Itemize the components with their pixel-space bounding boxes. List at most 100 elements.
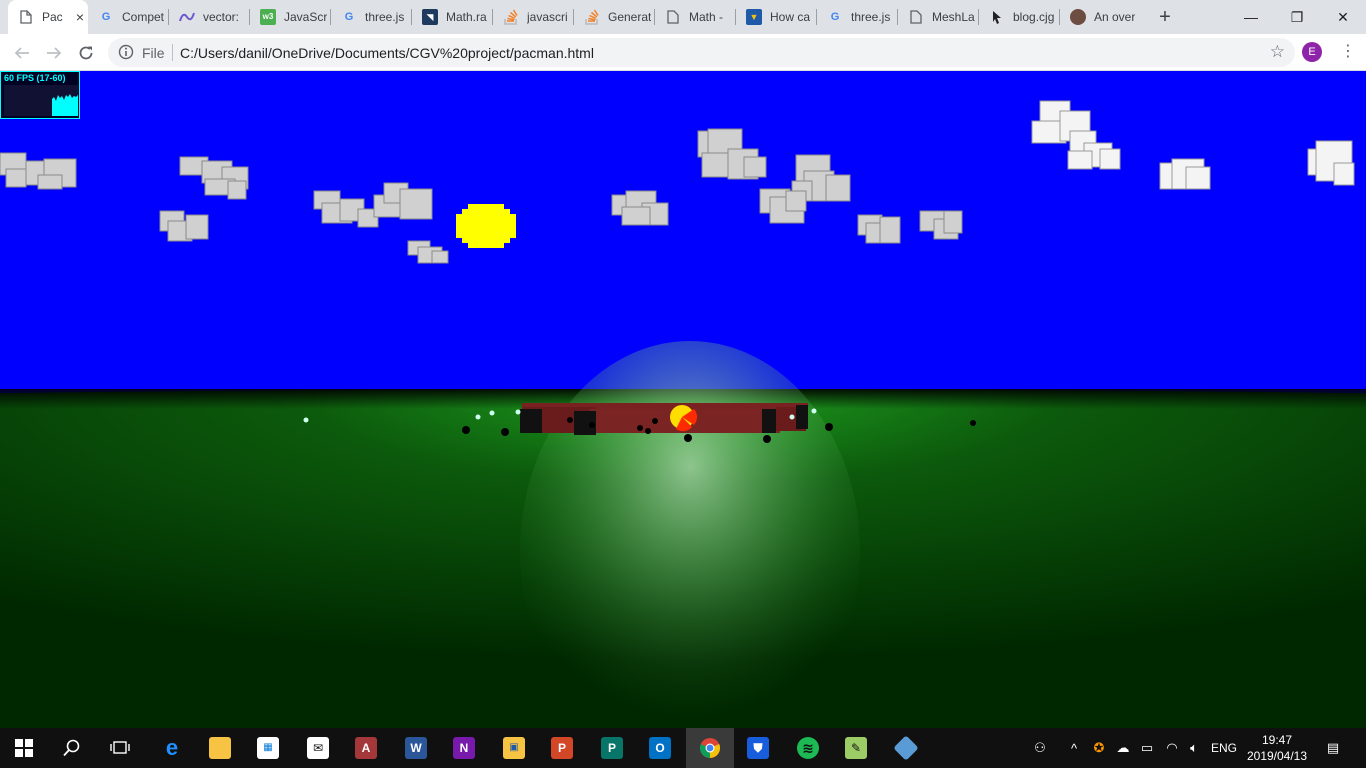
mail-button[interactable]: ✉ xyxy=(294,728,342,768)
search-button[interactable] xyxy=(48,728,96,768)
task-view-icon xyxy=(110,741,130,754)
tab-threejs-2[interactable]: G three.js xyxy=(817,0,898,34)
arrow-left-icon xyxy=(14,47,29,59)
file-explorer-button[interactable] xyxy=(196,728,244,768)
address-bar[interactable]: File C:/Users/danil/OneDrive/Documents/C… xyxy=(108,38,1295,67)
people-icon: ⚇ xyxy=(1034,740,1046,755)
bookmark-icon: ▼ xyxy=(746,9,762,25)
battery-button[interactable]: ▭ xyxy=(1136,728,1158,768)
tab-how-ca[interactable]: ▼ How ca xyxy=(736,0,817,34)
publisher-button[interactable]: P xyxy=(588,728,636,768)
pellet xyxy=(475,414,481,420)
powerpoint-button[interactable]: P xyxy=(538,728,586,768)
restore-button[interactable]: ❐ xyxy=(1274,0,1320,34)
pellet xyxy=(645,428,651,434)
pellet xyxy=(825,423,833,431)
menu-icon[interactable]: ⋮ xyxy=(1338,42,1358,62)
tab-threejs[interactable]: G three.js xyxy=(331,0,412,34)
stackoverflow-icon xyxy=(584,9,600,25)
page-icon xyxy=(18,9,34,25)
minimize-button[interactable]: — xyxy=(1228,0,1274,34)
word-button[interactable]: W xyxy=(392,728,440,768)
git-button[interactable] xyxy=(882,728,930,768)
url-text[interactable]: C:/Users/danil/OneDrive/Documents/CGV%20… xyxy=(180,45,594,61)
wifi-icon: ◠ xyxy=(1166,740,1178,755)
tab-title: JavaScr xyxy=(284,10,328,24)
docs-icon: ◥ xyxy=(422,9,438,25)
tab-title: Math - xyxy=(689,10,724,24)
tab-meshla[interactable]: MeshLa xyxy=(898,0,979,34)
spotify-button[interactable]: ≋ xyxy=(784,728,832,768)
w3schools-icon: w3 xyxy=(260,9,276,25)
network-button[interactable]: ◠ xyxy=(1160,728,1184,768)
bitwarden-button[interactable]: ⛊ xyxy=(734,728,782,768)
notification-icon: ▤ xyxy=(1326,740,1340,755)
volume-button[interactable]: 🔈︎ xyxy=(1184,728,1204,768)
language-button[interactable]: ENG xyxy=(1206,728,1242,768)
tab-title: javascri xyxy=(527,10,568,24)
tab-math[interactable]: Math - xyxy=(655,0,736,34)
webgl-canvas[interactable]: 60 FPS (17-60) xyxy=(0,71,1366,728)
clock[interactable]: 19:47 2019/04/13 xyxy=(1244,732,1310,764)
tab-javascr[interactable]: w3 JavaScr xyxy=(250,0,331,34)
start-button[interactable] xyxy=(0,728,48,768)
tab-javascript[interactable]: javascri xyxy=(493,0,574,34)
google-icon: G xyxy=(344,11,354,23)
word-icon: W xyxy=(405,737,427,759)
tab-math-random[interactable]: ◥ Math.ra xyxy=(412,0,493,34)
close-window-button[interactable]: ✕ xyxy=(1320,0,1366,34)
new-tab-button[interactable]: + xyxy=(1154,6,1176,28)
people-button[interactable]: ⚇ xyxy=(1026,728,1054,768)
reload-button[interactable] xyxy=(73,40,99,66)
tab-title: Generat xyxy=(608,10,652,24)
close-tab-icon[interactable]: × xyxy=(72,9,88,25)
tab-title: MeshLa xyxy=(932,10,975,24)
tray-overflow-button[interactable]: ^ xyxy=(1064,728,1084,768)
warning-app-icon: ✪ xyxy=(1093,740,1105,755)
pellet xyxy=(763,435,771,443)
tab-blog[interactable]: blog.cjg xyxy=(979,0,1060,34)
fps-stats-panel[interactable]: 60 FPS (17-60) xyxy=(0,71,80,119)
bookmark-star-icon[interactable]: ☆ xyxy=(1270,42,1285,62)
onedrive-button[interactable]: ☁ xyxy=(1112,728,1134,768)
pellet xyxy=(789,414,795,420)
info-icon[interactable] xyxy=(118,44,134,60)
pellet xyxy=(501,428,509,436)
page-icon xyxy=(908,9,924,25)
maze-wall-shadow xyxy=(796,405,808,429)
clock-time: 19:47 xyxy=(1261,733,1293,747)
action-center-button[interactable]: ▤ xyxy=(1320,728,1346,768)
forward-button[interactable] xyxy=(41,40,67,66)
tab-vector[interactable]: vector: xyxy=(169,0,250,34)
tab-compet[interactable]: G Compet xyxy=(88,0,169,34)
back-button[interactable] xyxy=(9,40,35,66)
google-icon: G xyxy=(101,11,111,23)
tab-title: vector: xyxy=(203,10,240,24)
tab-generat[interactable]: Generat xyxy=(574,0,655,34)
task-view-button[interactable] xyxy=(96,728,144,768)
edge-button[interactable]: e xyxy=(148,728,196,768)
maze-wall-shadow xyxy=(520,409,542,433)
fps-graph-svg xyxy=(52,94,78,116)
language-label: ENG xyxy=(1210,741,1237,755)
pellet xyxy=(303,417,309,423)
chrome-button[interactable] xyxy=(686,728,734,768)
outlook-button[interactable]: O xyxy=(636,728,684,768)
folder-button[interactable]: ▣ xyxy=(490,728,538,768)
tray-app[interactable]: ✪ xyxy=(1088,728,1110,768)
battery-icon: ▭ xyxy=(1140,740,1154,755)
access-button[interactable]: A xyxy=(342,728,390,768)
onenote-button[interactable]: N xyxy=(440,728,488,768)
pellet xyxy=(684,434,692,442)
store-button[interactable]: ▦ xyxy=(244,728,292,768)
maze xyxy=(520,403,808,435)
tab-title: three.js xyxy=(851,10,891,24)
tab-an-over[interactable]: An over xyxy=(1060,0,1141,34)
edge-icon: e xyxy=(165,735,179,760)
pellet xyxy=(567,417,573,423)
cloud-icon: ☁ xyxy=(1116,740,1130,755)
windows-taskbar: e ▦ ✉ A W N ▣ P P O ⛊ ≋ ✎ ⚇ ^ ✪ ☁ ▭ ◠ 🔈︎… xyxy=(0,728,1366,768)
profile-avatar[interactable]: E xyxy=(1302,42,1322,62)
tab-pacman[interactable]: Pac × xyxy=(8,0,88,34)
notepad-button[interactable]: ✎ xyxy=(832,728,880,768)
